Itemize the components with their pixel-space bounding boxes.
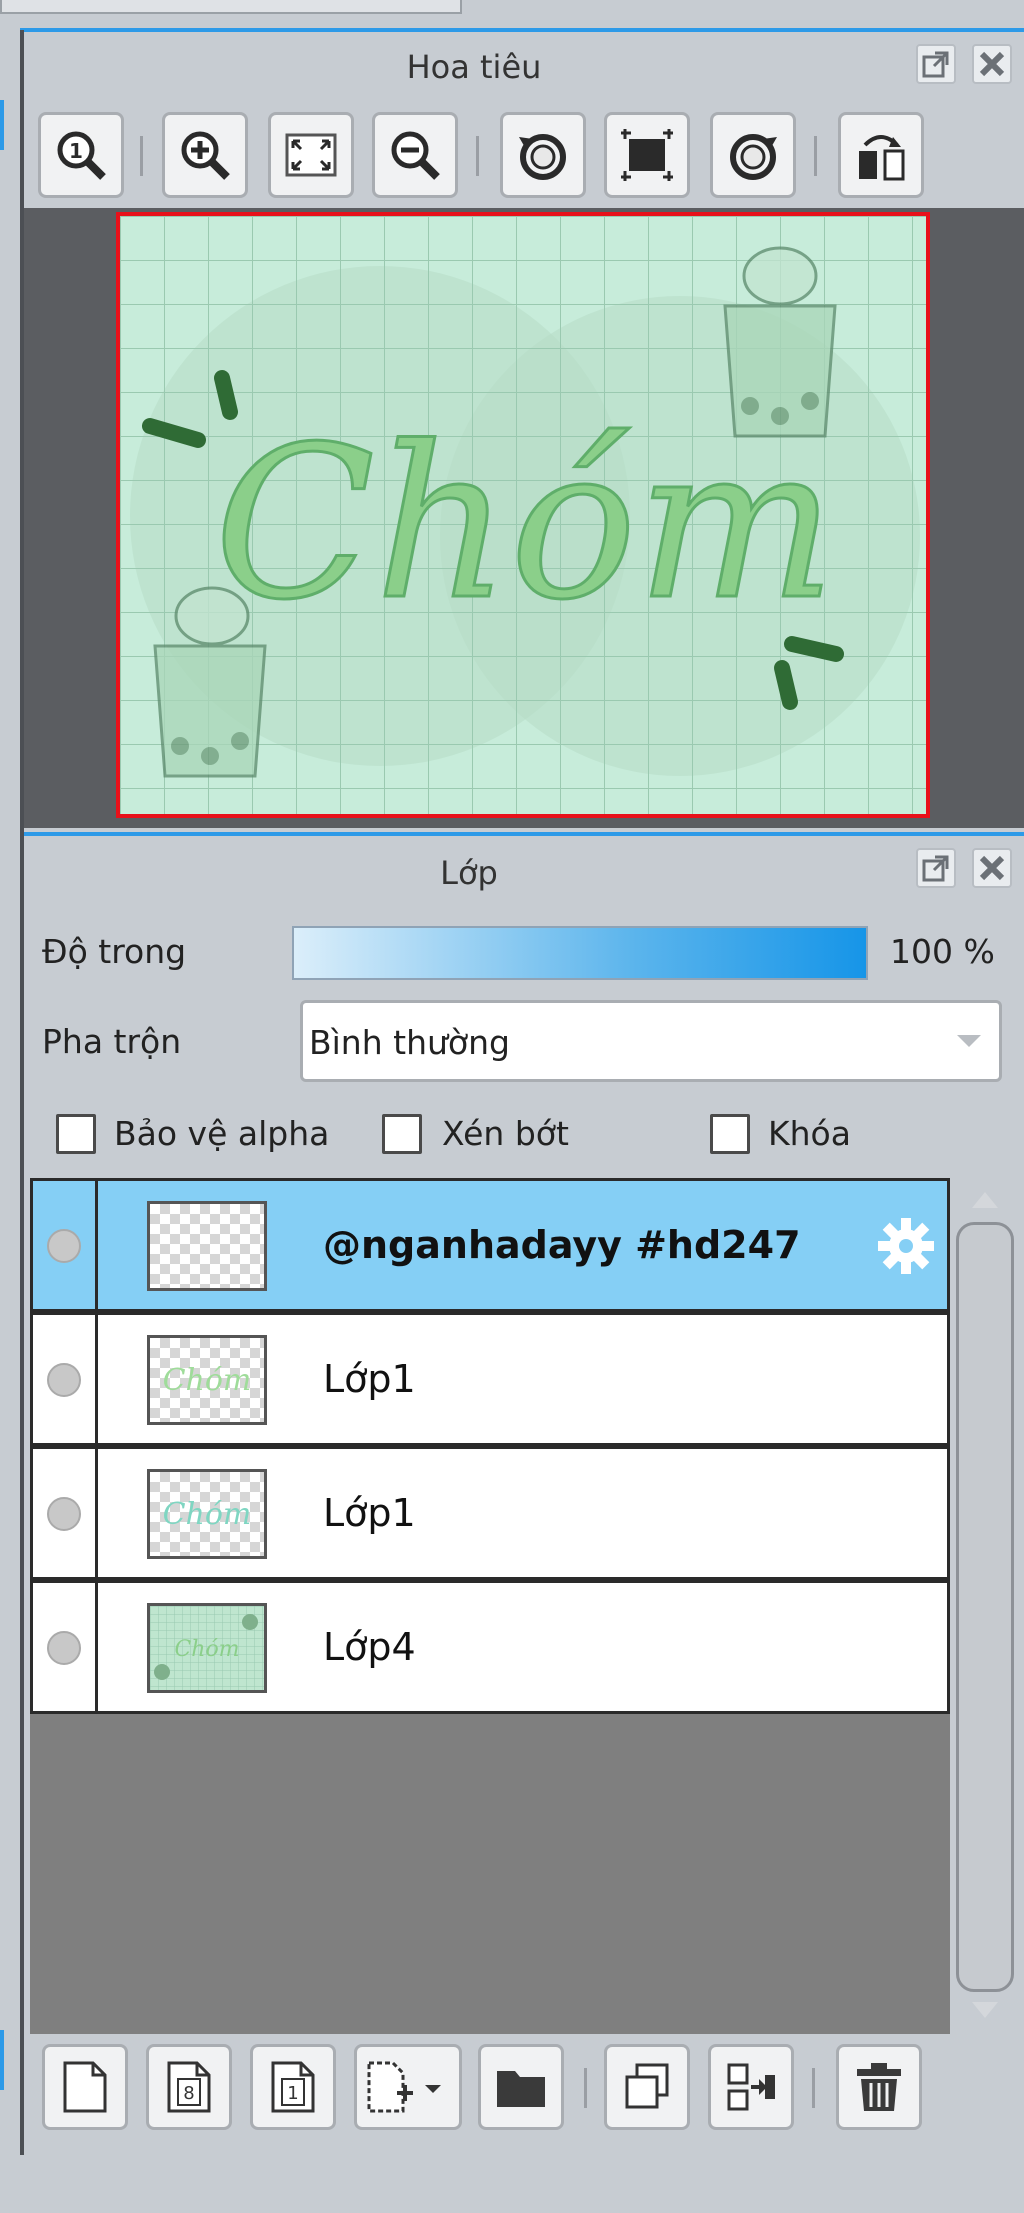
zoom-in-icon <box>181 131 230 180</box>
scroll-up-icon[interactable] <box>952 1184 1018 1214</box>
scrollbar-thumb[interactable] <box>956 1222 1014 1992</box>
left-accent <box>0 100 4 150</box>
blend-label: Pha trộn <box>42 1022 182 1061</box>
navigator-popout-button[interactable] <box>916 44 956 84</box>
zoom-out-icon <box>391 131 440 180</box>
alpha-protect-checkbox[interactable] <box>56 1114 96 1154</box>
bottom-strip <box>0 2155 1024 2213</box>
rotate-left-button[interactable] <box>500 112 586 198</box>
clipping-label: Xén bớt <box>442 1114 569 1153</box>
layer-name: @nganhadayy #hd247 <box>323 1223 801 1267</box>
left-dock-edge <box>0 30 24 2155</box>
layer-name: Lớp1 <box>323 1357 416 1401</box>
merge-down-icon <box>727 2063 775 2111</box>
add-layer-dropdown-button[interactable] <box>354 2044 462 2130</box>
layers-title: Lớp <box>440 854 498 892</box>
blend-mode-select[interactable]: Bình thường <box>300 1000 1002 1082</box>
add-layer-dropdown-icon <box>367 2061 441 2113</box>
column-divider <box>95 1449 98 1577</box>
opacity-slider[interactable] <box>292 926 868 980</box>
actual-size-button[interactable]: 1 <box>38 112 124 198</box>
top-tab <box>0 0 462 14</box>
new-8bit-layer-icon: 8 <box>167 2061 211 2113</box>
layer-row[interactable]: @nganhadayy #hd247 <box>30 1178 950 1312</box>
layer-thumbnail: Chóm <box>147 1335 267 1425</box>
preview-lettering: Chóm <box>163 1497 252 1532</box>
layer-name: Lớp4 <box>323 1625 416 1669</box>
actual-size-icon: 1 <box>57 131 106 180</box>
duplicate-layer-icon <box>625 2063 669 2109</box>
duplicate-layer-button[interactable] <box>604 2044 690 2130</box>
visibility-toggle[interactable] <box>47 1497 81 1531</box>
toolbar-separator <box>814 136 817 176</box>
flip-horizontal-icon <box>859 135 905 181</box>
column-divider <box>95 1181 98 1309</box>
new-1bit-layer-button[interactable]: 1 <box>250 2044 336 2130</box>
left-accent <box>0 2030 4 2090</box>
navigator-title: Hoa tiêu <box>406 48 542 86</box>
opacity-value: 100 % <box>890 932 995 971</box>
navigator-close-button[interactable] <box>972 44 1012 84</box>
lock-checkbox[interactable] <box>710 1114 750 1154</box>
layer-row[interactable]: Chóm Lớp1 <box>30 1446 950 1580</box>
toolbar-separator <box>476 136 479 176</box>
fit-screen-button[interactable] <box>268 112 354 198</box>
layer-thumbnail: Chóm <box>147 1603 267 1693</box>
close-icon <box>979 855 1005 881</box>
trash-icon <box>857 2063 901 2111</box>
popout-icon <box>922 855 949 882</box>
preview-lettering: Chóm <box>214 401 836 646</box>
popout-icon <box>922 51 949 78</box>
close-icon <box>979 51 1005 77</box>
opacity-label: Độ trong <box>42 932 187 971</box>
reset-rotation-button[interactable] <box>604 112 690 198</box>
toolbar-separator <box>584 2068 587 2108</box>
zoom-in-button[interactable] <box>162 112 248 198</box>
fit-screen-icon <box>285 133 337 177</box>
delete-layer-button[interactable] <box>836 2044 922 2130</box>
new-layer-button[interactable] <box>42 2044 128 2130</box>
preview-lettering: Chóm <box>163 1363 252 1398</box>
preview-lettering: Chóm <box>174 1637 239 1662</box>
visibility-toggle[interactable] <box>47 1229 81 1263</box>
merge-down-button[interactable] <box>708 2044 794 2130</box>
toolbar-separator <box>812 2068 815 2108</box>
layer-row[interactable]: Chóm Lớp1 <box>30 1312 950 1446</box>
layer-name: Lớp1 <box>323 1491 416 1535</box>
navigator-preview[interactable]: Chóm <box>116 212 930 818</box>
layers-close-button[interactable] <box>972 848 1012 888</box>
flip-horizontal-button[interactable] <box>838 112 924 198</box>
layer-row[interactable]: Chóm Lớp4 <box>30 1580 950 1714</box>
layer-thumbnail <box>147 1201 267 1291</box>
visibility-toggle[interactable] <box>47 1631 81 1665</box>
rotate-right-button[interactable] <box>710 112 796 198</box>
toolbar-separator <box>140 136 143 176</box>
new-folder-icon <box>497 2071 545 2107</box>
zoom-out-button[interactable] <box>372 112 458 198</box>
svg-text:1: 1 <box>287 2083 298 2104</box>
svg-text:8: 8 <box>183 2083 194 2104</box>
blend-mode-value: Bình thường <box>309 1023 510 1062</box>
column-divider <box>95 1583 98 1711</box>
lock-label: Khóa <box>768 1114 851 1153</box>
artwork-preview: Chóm <box>120 216 926 814</box>
gear-icon[interactable] <box>875 1215 937 1277</box>
reset-rotation-icon <box>621 129 673 181</box>
chevron-down-icon <box>957 1035 981 1047</box>
new-folder-button[interactable] <box>478 2044 564 2130</box>
new-layer-icon <box>63 2061 107 2113</box>
layers-popout-button[interactable] <box>916 848 956 888</box>
rotate-right-icon <box>730 134 777 180</box>
scroll-down-icon[interactable] <box>952 1996 1018 2026</box>
layers-panel-header: Lớp <box>24 836 1024 916</box>
visibility-toggle[interactable] <box>47 1363 81 1397</box>
column-divider <box>95 1315 98 1443</box>
alpha-protect-label: Bảo vệ alpha <box>114 1114 330 1153</box>
layer-thumbnail: Chóm <box>147 1469 267 1559</box>
new-8bit-layer-button[interactable]: 8 <box>146 2044 232 2130</box>
svg-text:1: 1 <box>69 139 83 163</box>
clipping-checkbox[interactable] <box>382 1114 422 1154</box>
new-1bit-layer-icon: 1 <box>271 2061 315 2113</box>
rotate-left-icon <box>519 134 566 180</box>
